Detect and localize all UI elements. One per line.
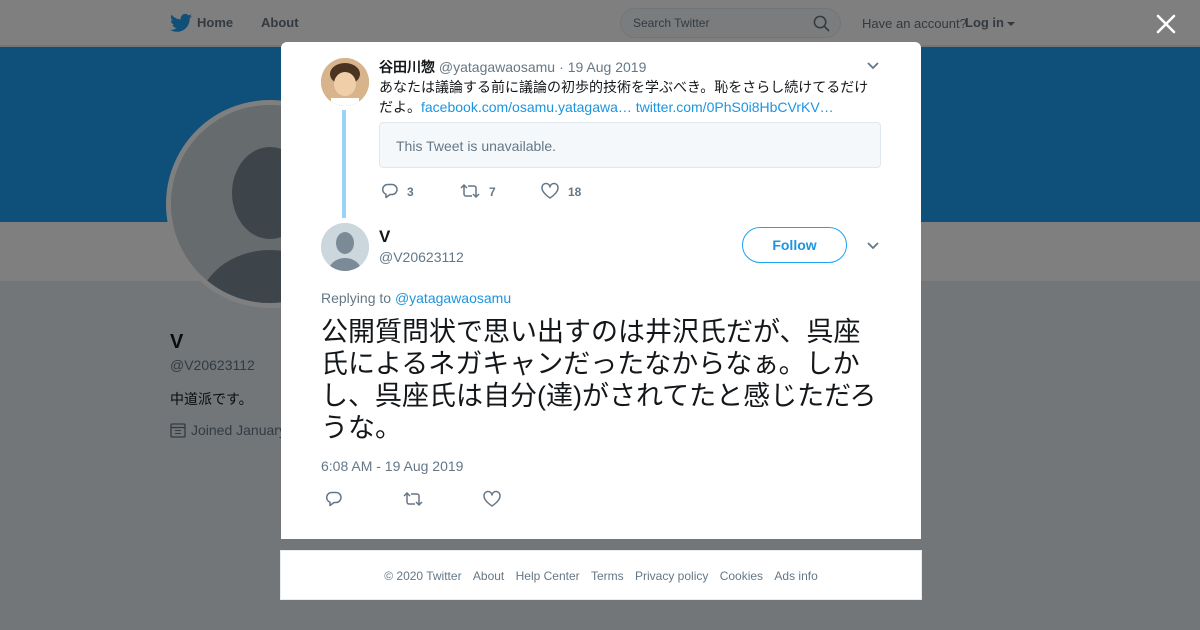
parent-tweet-avatar[interactable] [321, 58, 369, 106]
like-count: 18 [568, 185, 582, 199]
main-tweet-display-name[interactable]: V [379, 227, 390, 247]
footer-ads-link[interactable]: Ads info [774, 569, 817, 583]
parent-tweet-handle[interactable]: @yatagawaosamu [439, 59, 555, 75]
chevron-down-icon[interactable] [866, 61, 880, 71]
replying-to: Replying to @yatagawaosamu [321, 290, 511, 306]
main-tweet-timestamp[interactable]: 6:08 AM - 19 Aug 2019 [321, 458, 463, 474]
quoted-tweet-message: This Tweet is unavailable. [396, 138, 557, 154]
retweet-button[interactable]: 7 [459, 182, 496, 200]
footer-help-link[interactable]: Help Center [516, 569, 580, 583]
main-tweet-actions [325, 490, 525, 510]
reply-count: 3 [407, 185, 414, 199]
heart-icon[interactable] [482, 490, 502, 508]
main-tweet-handle[interactable]: @V20623112 [379, 249, 464, 265]
user-photo-icon [321, 58, 369, 106]
header-separator: · [559, 59, 564, 75]
footer-about-link[interactable]: About [473, 569, 504, 583]
like-button[interactable]: 18 [540, 182, 581, 200]
default-avatar-icon [321, 223, 369, 271]
retweet-icon [460, 183, 480, 199]
parent-tweet-display-name[interactable]: 谷田川惣 [379, 59, 435, 75]
retweet-count: 7 [489, 185, 496, 199]
footer-terms-link[interactable]: Terms [591, 569, 624, 583]
main-tweet-text: 公開質問状で思い出すのは井沢氏だが、呉座氏によるネガキャンだったなからなぁ。しか… [321, 317, 877, 443]
reply-icon[interactable] [325, 490, 343, 508]
tweet-permalink-modal: 谷田川惣 @yatagawaosamu · 19 Aug 2019 あなたは議論する… [281, 42, 921, 539]
parent-tweet-date[interactable]: 19 Aug 2019 [568, 59, 647, 75]
close-icon[interactable] [1155, 13, 1177, 35]
replying-to-handle[interactable]: @yatagawaosamu [395, 290, 511, 306]
footer-links: © 2020 Twitter About Help Center Terms P… [281, 569, 921, 583]
parent-tweet-text: あなたは議論する前に議論の初歩的技術を学ぶべき。恥をさらし続けてるだけだよ。fa… [379, 77, 879, 117]
parent-tweet-link-twitter[interactable]: twitter.com/0PhS0i8HbCVrKV… [636, 99, 834, 115]
footer-cookies-link[interactable]: Cookies [720, 569, 763, 583]
replying-prefix: Replying to [321, 290, 392, 306]
thread-connector-line [342, 110, 346, 218]
parent-tweet-header: 谷田川惣 @yatagawaosamu · 19 Aug 2019 [379, 57, 646, 77]
heart-icon [541, 182, 559, 199]
parent-tweet-link-facebook[interactable]: facebook.com/osamu.yatagawa… [421, 99, 632, 115]
footer-privacy-link[interactable]: Privacy policy [635, 569, 708, 583]
quoted-tweet-unavailable: This Tweet is unavailable. [379, 122, 881, 168]
retweet-icon[interactable] [402, 490, 424, 508]
footer: © 2020 Twitter About Help Center Terms P… [280, 550, 922, 600]
reply-button[interactable]: 3 [381, 182, 414, 200]
main-tweet-avatar[interactable] [321, 223, 369, 271]
reply-icon [381, 183, 398, 199]
chevron-down-icon[interactable] [866, 241, 880, 251]
footer-copyright: © 2020 Twitter [384, 569, 462, 583]
follow-button[interactable]: Follow [742, 227, 847, 263]
